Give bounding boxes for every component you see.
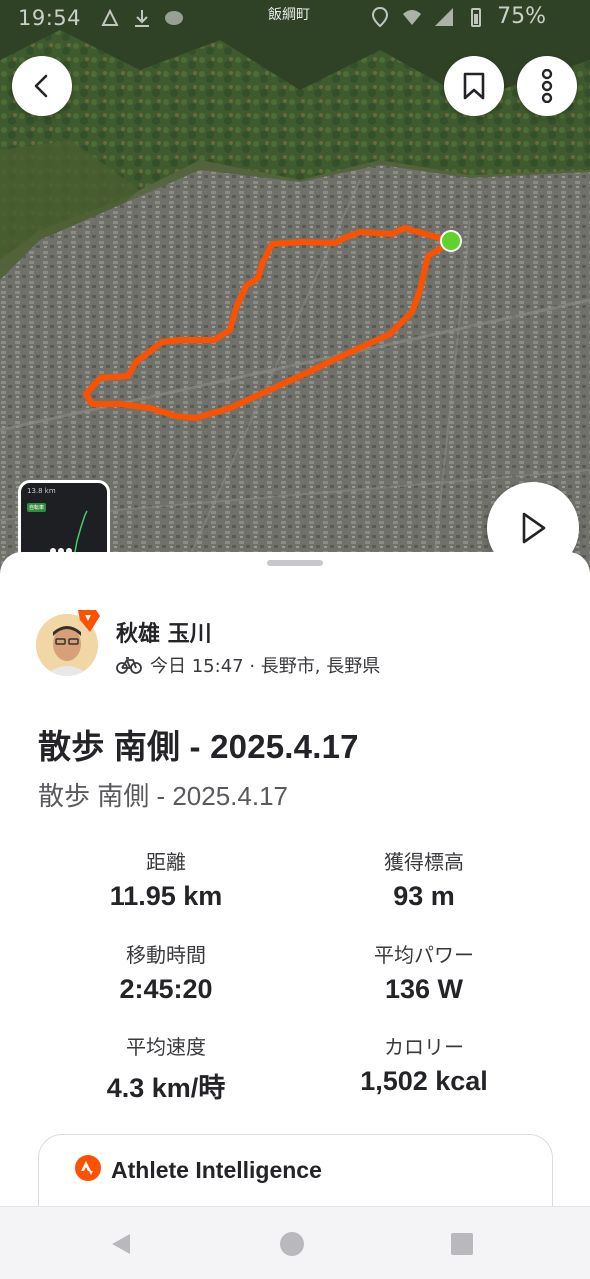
sim-icon bbox=[101, 8, 119, 26]
stat-moving-time: 移動時間 2:45:20 bbox=[36, 939, 296, 1005]
stat-label: カロリー bbox=[384, 1035, 464, 1059]
nav-recents-icon[interactable] bbox=[449, 1231, 475, 1257]
stat-value: 136 W bbox=[384, 974, 464, 1004]
bookmark-icon bbox=[463, 72, 485, 100]
stat-distance: 距離 11.95 km bbox=[36, 846, 296, 912]
subscriber-badge-icon bbox=[78, 610, 100, 632]
stat-label: 移動時間 bbox=[126, 943, 206, 967]
stat-label: 距離 bbox=[146, 850, 186, 874]
download-icon bbox=[135, 10, 150, 27]
stat-value: 4.3 km/時 bbox=[106, 1073, 226, 1103]
strava-logo-icon bbox=[75, 1155, 101, 1181]
location-icon bbox=[372, 6, 389, 27]
chevron-left-icon bbox=[34, 74, 48, 98]
route-end-marker bbox=[440, 230, 462, 252]
bookmark-button[interactable] bbox=[444, 56, 504, 116]
stat-calories: カロリー 1,502 kcal bbox=[294, 1031, 554, 1097]
stat-average-power: 平均パワー 136 W bbox=[294, 939, 554, 1005]
stat-label: 平均速度 bbox=[126, 1035, 206, 1059]
athlete-intelligence-card[interactable]: Athlete Intelligence bbox=[38, 1134, 553, 1212]
battery-level: 75% bbox=[497, 4, 546, 29]
status-time: 19:54 bbox=[18, 6, 82, 30]
activity-description: 散歩 南側 - 2025.4.17 bbox=[38, 781, 288, 811]
stat-label: 平均パワー bbox=[374, 943, 474, 967]
carrier-label: 飯綱町 bbox=[268, 7, 310, 23]
activity-title: 散歩 南側 - 2025.4.17 bbox=[38, 728, 359, 765]
athlete-intelligence-title: Athlete Intelligence bbox=[111, 1157, 322, 1183]
more-vertical-icon bbox=[541, 69, 553, 103]
stat-value: 11.95 km bbox=[109, 881, 223, 911]
sheet-grabber[interactable] bbox=[267, 560, 323, 566]
stat-value: 93 m bbox=[393, 881, 455, 911]
status-bar: 19:54 飯綱町 75% bbox=[0, 0, 590, 36]
bike-icon bbox=[116, 657, 142, 674]
activity-meta-text: 今日 15:47 · 長野市, 長野県 bbox=[150, 656, 381, 677]
signal-icon bbox=[435, 7, 454, 26]
chat-icon bbox=[165, 11, 184, 25]
activity-meta: 今日 15:47 · 長野市, 長野県 bbox=[116, 652, 380, 678]
stat-average-speed: 平均速度 4.3 km/時 bbox=[36, 1031, 296, 1105]
wifi-icon bbox=[403, 9, 422, 25]
route-map[interactable]: 19:54 飯綱町 75% 13.8 km 自転車 bbox=[0, 0, 590, 600]
nav-home-icon[interactable] bbox=[279, 1231, 305, 1257]
battery-icon bbox=[471, 7, 482, 27]
more-options-button[interactable] bbox=[517, 56, 577, 116]
activity-sheet: 秋雄 玉川 今日 15:47 · 長野市, 長野県 散歩 南側 - 2025.4… bbox=[0, 552, 590, 1212]
stat-value: 1,502 kcal bbox=[360, 1066, 488, 1096]
athlete-name[interactable]: 秋雄 玉川 bbox=[116, 616, 212, 648]
back-button[interactable] bbox=[12, 56, 72, 116]
nav-back-icon[interactable] bbox=[108, 1231, 134, 1257]
stat-elevation-gain: 獲得標高 93 m bbox=[294, 846, 554, 912]
play-icon bbox=[522, 512, 546, 544]
stat-label: 獲得標高 bbox=[384, 850, 464, 874]
system-nav-bar bbox=[0, 1206, 590, 1279]
stat-value: 2:45:20 bbox=[119, 974, 213, 1004]
